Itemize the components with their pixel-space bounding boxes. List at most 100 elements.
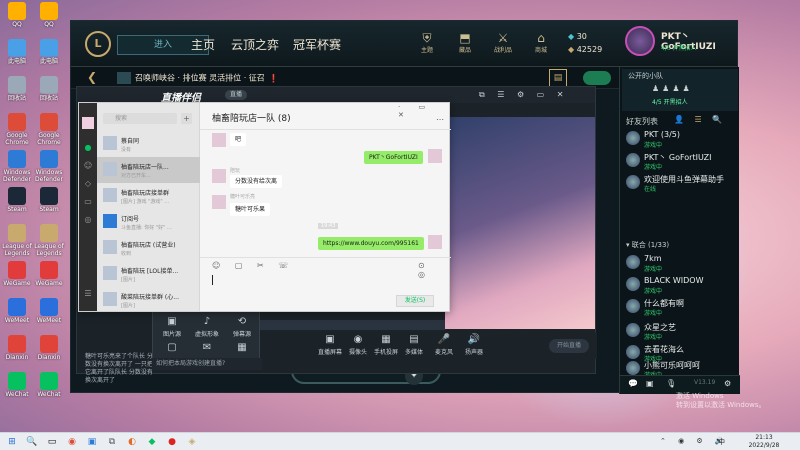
desktop-icon[interactable]: Windows Defender: [2, 150, 32, 183]
stream-tip[interactable]: 如何把本局游戏创建直播?: [152, 358, 262, 370]
list-item[interactable]: 柚畜陪玩店接单群 [图片] 游戏 "游戏" ...: [97, 183, 200, 209]
app-icon[interactable]: ⧉: [106, 436, 118, 448]
send-button[interactable]: 发送(S): [396, 295, 434, 307]
profile-card[interactable]: PKT丶GoFortIUZI 4/5 开黑招人: [623, 23, 739, 67]
friend-item[interactable]: 7km 游戏中: [626, 253, 738, 275]
desktop-icon[interactable]: WeMeet: [2, 298, 32, 324]
mic-control[interactable]: 🎤 麦克风: [427, 333, 461, 356]
start-icon[interactable]: ⊞: [6, 436, 18, 448]
desktop-icon[interactable]: Google Chrome: [2, 113, 32, 146]
tool-image-source[interactable]: ▣ 图片源: [155, 315, 189, 338]
desktop-icon[interactable]: WeGame: [2, 261, 32, 287]
friend-avatar: [626, 345, 640, 359]
source-media[interactable]: ▤ 多媒体: [397, 333, 431, 356]
message-avatar: [428, 149, 442, 163]
desktop-icon[interactable]: Google Chrome: [34, 113, 64, 146]
search-input[interactable]: 搜索: [103, 113, 177, 124]
list-item[interactable]: 酸菜陪玩接单群 (心... [图片]: [97, 287, 200, 313]
desktop-icon[interactable]: 回收站: [34, 76, 64, 102]
friend-item[interactable]: PKT (3/5) 游戏中: [626, 129, 738, 151]
tool-loot[interactable]: ⚔ 战利品: [489, 31, 517, 54]
friend-item[interactable]: PKT丶 GoFortIUZI 游戏中: [626, 151, 738, 173]
stream-status-pill[interactable]: 直播: [225, 90, 247, 100]
start-stream-button[interactable]: 开始直播: [549, 339, 589, 353]
desktop-icon[interactable]: WeChat: [2, 372, 32, 398]
info-icon[interactable]: ❗: [269, 74, 279, 83]
desktop-icon[interactable]: Steam: [34, 187, 64, 213]
speaker-control[interactable]: 🔊 扬声器: [457, 333, 491, 356]
tool-gift[interactable]: ✉: [190, 341, 224, 355]
friend-item[interactable]: BLACK WIDOW 游戏中: [626, 275, 738, 297]
list-item[interactable]: 蔡自同 没有: [97, 131, 200, 157]
tool-collection[interactable]: ⬒ 藏品: [451, 31, 479, 54]
explorer-icon[interactable]: ▣: [86, 436, 98, 448]
desktop-icon[interactable]: League of Legends: [34, 224, 64, 257]
desktop-icon[interactable]: Windows Defender: [34, 150, 64, 183]
desktop-icon[interactable]: WeMeet: [34, 298, 64, 324]
list-item[interactable]: 订阅号 斗鱼直播: 你好 "好" ...: [97, 209, 200, 235]
app-icon[interactable]: ◐: [126, 436, 138, 448]
back-arrow-icon[interactable]: ❮: [87, 70, 97, 84]
tool-scene[interactable]: ▢: [155, 341, 189, 355]
menu-icon[interactable]: ☰: [83, 289, 93, 299]
chrome-icon[interactable]: ◉: [66, 436, 78, 448]
tool-more[interactable]: ▦: [225, 341, 259, 355]
list-item[interactable]: 柚畜陪玩店一队... 对方已开车...: [97, 157, 200, 183]
search-icon[interactable]: 🔍: [26, 436, 38, 448]
compose-tools[interactable]: ☺ ▢ ✂ ☏: [212, 261, 294, 270]
favorites-icon[interactable]: ◇: [83, 179, 93, 189]
league-icon[interactable]: ◈: [186, 436, 198, 448]
desktop-icon[interactable]: Steam: [2, 187, 32, 213]
avatar[interactable]: [625, 26, 655, 56]
desktop-icon[interactable]: League of Legends: [2, 224, 32, 257]
message-link[interactable]: https://www.douyu.com/995161: [318, 237, 424, 250]
app-icon: [40, 335, 58, 353]
party-chat-icon[interactable]: ▤: [549, 69, 567, 87]
tool-theme[interactable]: ⛨ 主题: [413, 31, 441, 54]
game-logo-icon[interactable]: L: [85, 31, 111, 57]
desktop-icon[interactable]: Dianxin: [2, 335, 32, 361]
input-language[interactable]: 中: [718, 437, 725, 447]
avatar[interactable]: [82, 117, 94, 129]
list-item[interactable]: 柚畜陪玩店 (试营业) 收到: [97, 235, 200, 261]
files-icon[interactable]: ▭: [83, 197, 93, 207]
stream-app-icon[interactable]: ●: [166, 436, 178, 448]
party-card[interactable]: 公开的小队 ♟♟♟♟ 4/5 开黑招人: [622, 69, 738, 111]
more-icon[interactable]: ⋯: [436, 115, 444, 124]
list-item[interactable]: 柚畜陪玩 [LOL接单... [图片]: [97, 261, 200, 287]
nav-clash[interactable]: 冠军杯赛: [293, 36, 341, 53]
tool-danmu-source[interactable]: ⟲ 弹幕源: [225, 315, 259, 338]
party-open-toggle[interactable]: [583, 71, 611, 85]
currency-display[interactable]: ◆ 30 ◆ 42529: [568, 30, 602, 56]
mic-icon[interactable]: 🎙: [666, 379, 676, 388]
desktop-icon[interactable]: 此电脑: [34, 39, 64, 65]
add-icon[interactable]: +: [181, 113, 192, 124]
nav-tft[interactable]: 云顶之弈: [231, 36, 279, 53]
nav-home[interactable]: 主页: [191, 36, 215, 53]
desktop-icon[interactable]: WeGame: [34, 261, 64, 287]
desktop-icon[interactable]: 此电脑: [2, 39, 32, 65]
friend-group-label[interactable]: ▾ 联合 (1/33): [626, 240, 669, 250]
chat-icon[interactable]: 💬: [628, 379, 638, 388]
friend-item[interactable]: 众星之艺 游戏中: [626, 321, 738, 343]
desktop-icon[interactable]: WeChat: [34, 372, 64, 398]
friend-item[interactable]: 欢迎使用斗鱼弹幕助手 在线: [626, 173, 738, 195]
tool-store[interactable]: ⌂ 商城: [527, 31, 555, 54]
task-view-icon[interactable]: ▭: [46, 436, 58, 448]
clock[interactable]: 21:13 2022/9/28: [740, 434, 788, 450]
tool-avatar-source[interactable]: ♪ 虚拟形象: [190, 315, 224, 338]
friend-item[interactable]: 什么都有啊 游戏中: [626, 297, 738, 319]
desktop-icon[interactable]: QQ: [2, 2, 32, 28]
desktop-icon[interactable]: Dianxin: [34, 335, 64, 361]
desktop-icon[interactable]: 回收站: [2, 76, 32, 102]
message-input[interactable]: [212, 275, 436, 295]
contacts-icon[interactable]: ☺: [83, 161, 93, 171]
stream-window-icons[interactable]: ⧉ ☰ ⚙ ▭ ✕: [479, 90, 569, 100]
chat-icon[interactable]: ●: [83, 143, 93, 153]
news-icon[interactable]: ▣: [646, 379, 654, 388]
moments-icon[interactable]: ◎: [83, 215, 93, 225]
wechat-icon[interactable]: ◆: [146, 436, 158, 448]
friends-tools[interactable]: 👤 ☰ 🔍: [674, 115, 726, 124]
desktop-icon[interactable]: QQ: [34, 2, 64, 28]
settings-icon[interactable]: ⚙: [724, 379, 731, 388]
